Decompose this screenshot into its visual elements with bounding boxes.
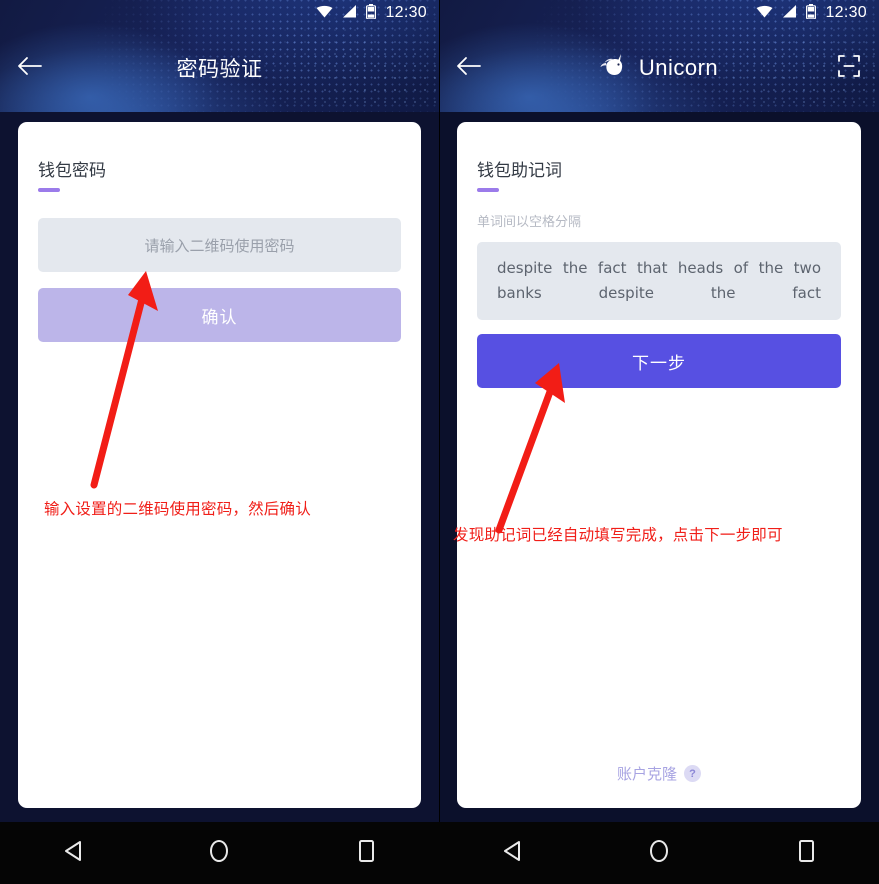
nav-back-triangle-icon (63, 840, 83, 867)
battery-icon (806, 3, 817, 23)
back-arrow-icon (456, 56, 482, 81)
nav-home-circle-icon (648, 839, 670, 868)
nav-home-button[interactable] (624, 839, 694, 868)
back-arrow-icon (17, 56, 43, 81)
nav-back-button[interactable] (38, 840, 108, 867)
left-nav-bar (0, 822, 439, 884)
wifi-icon (316, 5, 333, 22)
left-page-title: 密码验证 (176, 58, 263, 81)
nav-back-button[interactable] (477, 840, 547, 867)
nav-home-circle-icon (208, 839, 230, 868)
wifi-icon (756, 5, 773, 22)
nav-recents-button[interactable] (771, 839, 841, 868)
question-mark-icon[interactable]: ? (684, 765, 701, 782)
nav-recents-button[interactable] (331, 839, 401, 868)
battery-icon (366, 3, 377, 23)
right-app-bar: Unicorn (439, 28, 879, 108)
wallet-mnemonic-heading: 钱包助记词 (477, 161, 562, 180)
confirm-button[interactable]: 确认 (38, 288, 401, 342)
account-clone-link[interactable]: 账户克隆 ? (457, 763, 861, 784)
wallet-password-heading: 钱包密码 (38, 161, 106, 180)
left-content-card: 钱包密码 请输入二维码使用密码 确认 (18, 122, 421, 808)
panel-divider (439, 0, 440, 822)
mnemonic-textarea[interactable]: despite the fact that heads of the two b… (477, 242, 841, 320)
scan-button[interactable] (819, 54, 879, 83)
right-content-card: 钱包助记词 单词间以空格分隔 despite the fact that hea… (457, 122, 861, 808)
unicorn-logo-icon (600, 53, 630, 83)
qr-scan-icon (837, 54, 861, 83)
left-phone-screen: 12:30 密码验证 钱包密码 请输入二维码使用密码 确认 输入设置的二维码使用… (0, 0, 439, 884)
dual-screenshot-composite: 12:30 密码验证 钱包密码 请输入二维码使用密码 确认 输入设置的二维码使用… (0, 0, 879, 884)
nav-back-triangle-icon (502, 840, 522, 867)
password-input[interactable]: 请输入二维码使用密码 (38, 218, 401, 272)
left-annotation-text: 输入设置的二维码使用密码，然后确认 (44, 501, 311, 518)
nav-recents-square-icon (356, 839, 376, 868)
cellular-signal-icon (342, 4, 357, 22)
nav-home-button[interactable] (184, 839, 254, 868)
account-clone-label: 账户克隆 (616, 766, 677, 783)
status-bar-clock: 12:30 (385, 4, 427, 21)
app-name-label: Unicorn (638, 55, 719, 80)
nav-recents-square-icon (796, 839, 816, 868)
right-phone-screen: 12:30 Unicorn 钱包助记词 单词间以空格分隔 despite the… (439, 0, 879, 884)
cellular-signal-icon (782, 4, 797, 22)
heading-underline (38, 188, 60, 192)
brand-title-group: Unicorn (499, 53, 819, 83)
next-step-button[interactable]: 下一步 (477, 334, 841, 388)
left-back-button[interactable] (0, 56, 60, 81)
right-nav-bar (439, 822, 879, 884)
left-app-bar: 密码验证 (0, 28, 439, 108)
heading-underline (477, 188, 499, 192)
right-annotation-text: 发现助记词已经自动填写完成，点击下一步即可 (453, 527, 783, 544)
right-back-button[interactable] (439, 56, 499, 81)
right-status-bar: 12:30 (439, 0, 879, 26)
status-bar-clock: 12:30 (825, 4, 867, 21)
left-status-bar: 12:30 (0, 0, 439, 26)
mnemonic-hint-text: 单词间以空格分隔 (477, 214, 582, 229)
